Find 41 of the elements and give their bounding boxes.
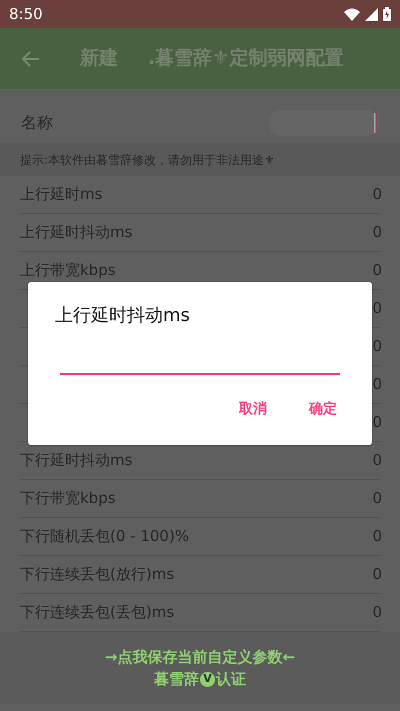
setting-row[interactable]: 上行延时ms 0 [20,176,380,214]
setting-label: 下行延时抖动ms [20,450,132,472]
dialog-title: 上行延时抖动ms [55,304,191,328]
setting-value: 0 [372,374,382,396]
setting-value: 0 [372,260,382,282]
save-bar[interactable]: →点我保存当前自定义参数← 暮雪辞 V 认证 [0,632,400,704]
verified-text: 认证 [216,669,246,690]
battery-icon [383,7,391,21]
setting-label: 上行延时ms [20,184,102,206]
setting-row[interactable]: 下行连续丢包(放行)ms 0 [20,556,380,594]
setting-value: 0 [372,488,382,510]
save-text: →点我保存当前自定义参数← [104,646,296,668]
setting-value: 0 [372,526,382,548]
setting-value: 0 [372,336,382,358]
name-label: 名称 [21,112,53,134]
setting-value: 0 [372,450,382,472]
setting-label: 上行延时抖动ms [20,222,132,244]
setting-label: 下行带宽kbps [20,488,116,510]
setting-value: 0 [372,184,382,206]
wifi-icon [344,8,360,20]
setting-row[interactable]: 下行随机丢包(0 - 100)% 0 [20,518,380,556]
setting-value: 0 [372,564,382,586]
text-cursor-icon [374,113,377,133]
setting-value: 0 [372,602,382,624]
setting-value: 0 [372,222,382,244]
verified-badge: V [200,672,215,687]
dialog-button[interactable]: 确定 [309,399,337,420]
signal-icon [365,8,378,20]
clock: 8:50 [9,4,43,25]
setting-row[interactable]: 下行带宽kbps 0 [20,480,380,518]
setting-value: 0 [372,298,382,320]
setting-label: 上行带宽kbps [20,260,116,282]
setting-row[interactable]: 上行延时抖动ms 0 [20,214,380,252]
author-text: 暮雪辞 [154,669,199,690]
setting-value: 0 [372,412,382,434]
dialog-button[interactable]: 取消 [239,399,267,420]
setting-label: 下行随机丢包(0 - 100)% [20,526,190,548]
setting-label: 下行连续丢包(放行)ms [20,564,174,586]
name-field[interactable] [269,110,379,136]
setting-label: 下行连续丢包(丢包)ms [20,602,174,624]
back-icon[interactable] [22,50,40,66]
